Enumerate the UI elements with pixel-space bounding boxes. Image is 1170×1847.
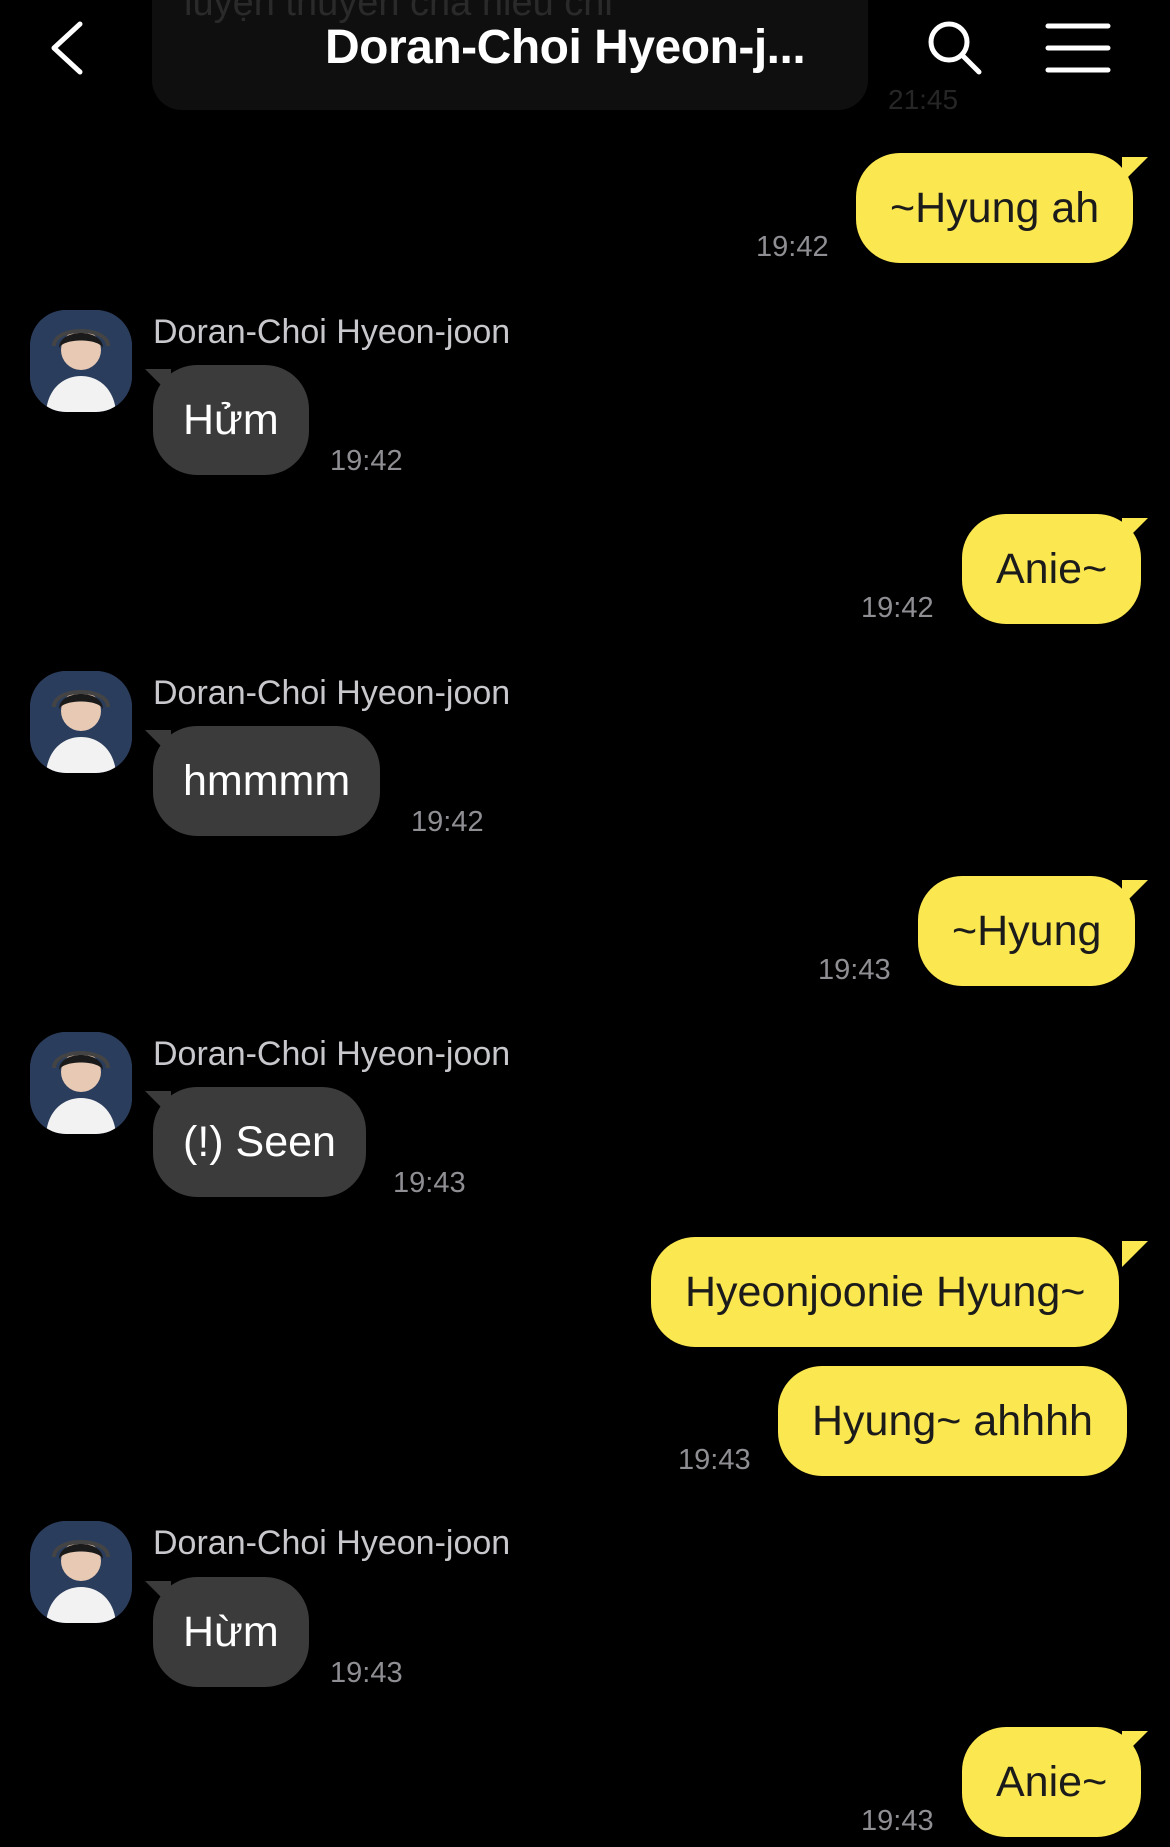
bubble-tail <box>145 1091 171 1117</box>
avatar-image <box>30 310 132 412</box>
message-bubble[interactable]: hmmmm <box>153 726 381 836</box>
chevron-left-icon <box>51 21 83 75</box>
message-time: 19:43 <box>818 954 891 986</box>
avatar-image <box>30 1032 132 1134</box>
message-time: 19:43 <box>330 1657 403 1689</box>
bubble-tail <box>145 1581 171 1607</box>
sender-name: Doran-Choi Hyeon-joon <box>153 1524 511 1562</box>
avatar[interactable] <box>30 671 132 773</box>
avatar-image <box>30 671 132 773</box>
bubble-tail <box>145 730 171 756</box>
bubble-tail <box>145 369 171 395</box>
sender-name: Doran-Choi Hyeon-joon <box>153 1035 511 1073</box>
bubble-tail <box>1122 518 1148 544</box>
message-time: 19:42 <box>330 445 403 477</box>
avatar[interactable] <box>30 1032 132 1134</box>
avatar[interactable] <box>30 1521 132 1623</box>
message-bubble[interactable]: ~Hyung ah <box>856 153 1134 263</box>
menu-icon <box>1045 23 1111 73</box>
message-time: 19:42 <box>861 592 934 624</box>
back-button[interactable] <box>40 18 100 78</box>
message-time: 19:42 <box>411 806 484 838</box>
bubble-tail <box>1122 1241 1148 1267</box>
avatar[interactable] <box>30 310 132 412</box>
avatar-image <box>30 1521 132 1623</box>
bubble-tail <box>1122 157 1148 183</box>
sender-name: Doran-Choi Hyeon-joon <box>153 313 511 351</box>
sender-name: Doran-Choi Hyeon-joon <box>153 674 511 712</box>
search-button[interactable] <box>925 18 985 78</box>
menu-button[interactable] <box>1045 20 1111 76</box>
previous-message-time: 21:45 <box>888 84 959 115</box>
message-time: 19:42 <box>756 231 829 263</box>
search-icon <box>928 21 982 75</box>
message-bubble[interactable]: (!) Seen <box>153 1087 366 1197</box>
chat-title: Doran-Choi Hyeon-j... <box>325 21 806 74</box>
message-time: 19:43 <box>678 1444 751 1476</box>
message-bubble[interactable]: Anie~ <box>962 514 1142 624</box>
message-bubble[interactable]: Anie~ <box>962 1727 1142 1837</box>
message-bubble[interactable]: Hyeonjoonie Hyung~ <box>651 1237 1120 1347</box>
message-bubble[interactable]: Hyung~ ahhhh <box>778 1366 1127 1476</box>
message-bubble[interactable]: Hừm <box>153 1577 309 1687</box>
bubble-tail <box>1122 880 1148 906</box>
bubble-tail <box>1122 1731 1148 1757</box>
message-bubble[interactable]: Hửm <box>153 365 309 475</box>
message-bubble[interactable]: ~Hyung <box>918 876 1136 986</box>
message-time: 19:43 <box>393 1167 466 1199</box>
message-time: 19:43 <box>861 1805 934 1837</box>
